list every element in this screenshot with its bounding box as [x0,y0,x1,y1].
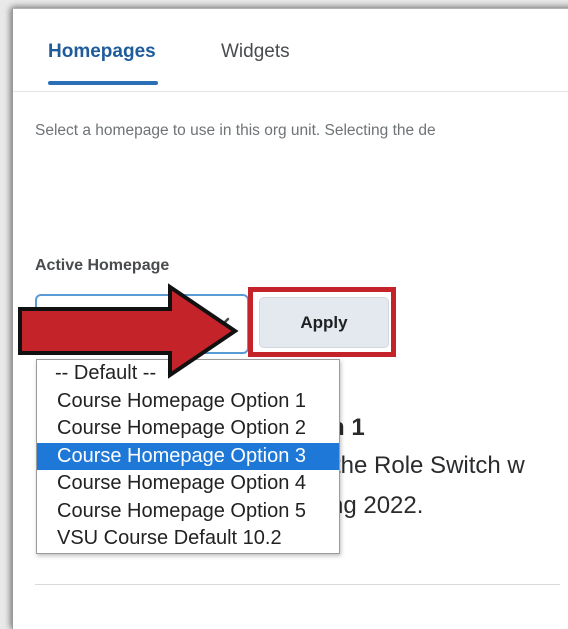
option-course-homepage-4[interactable]: Course Homepage Option 4 [37,470,339,498]
section-divider [35,584,560,585]
option-vsu-course-default[interactable]: VSU Course Default 10.2 [37,525,339,553]
homepage-options-list[interactable]: -- Default -- Course Homepage Option 1 C… [36,359,340,554]
option-course-homepage-1[interactable]: Course Homepage Option 1 [37,388,339,416]
background-text-fragment-2: ng 2022. [330,492,424,519]
option-course-homepage-3[interactable]: Course Homepage Option 3 [37,442,339,470]
tab-bar: Homepages Widgets [13,9,568,92]
tab-homepages[interactable]: Homepages [48,41,158,85]
option-course-homepage-5[interactable]: Course Homepage Option 5 [37,498,339,526]
tab-widgets[interactable]: Widgets [221,41,290,63]
active-homepage-label: Active Homepage [35,257,170,274]
apply-button[interactable]: Apply [259,297,389,348]
description-text: Select a homepage to use in this org uni… [35,122,436,139]
background-text-fragment-1: the Role Switch w [334,452,525,479]
arrow-right-icon [18,283,239,379]
option-course-homepage-2[interactable]: Course Homepage Option 2 [37,415,339,443]
